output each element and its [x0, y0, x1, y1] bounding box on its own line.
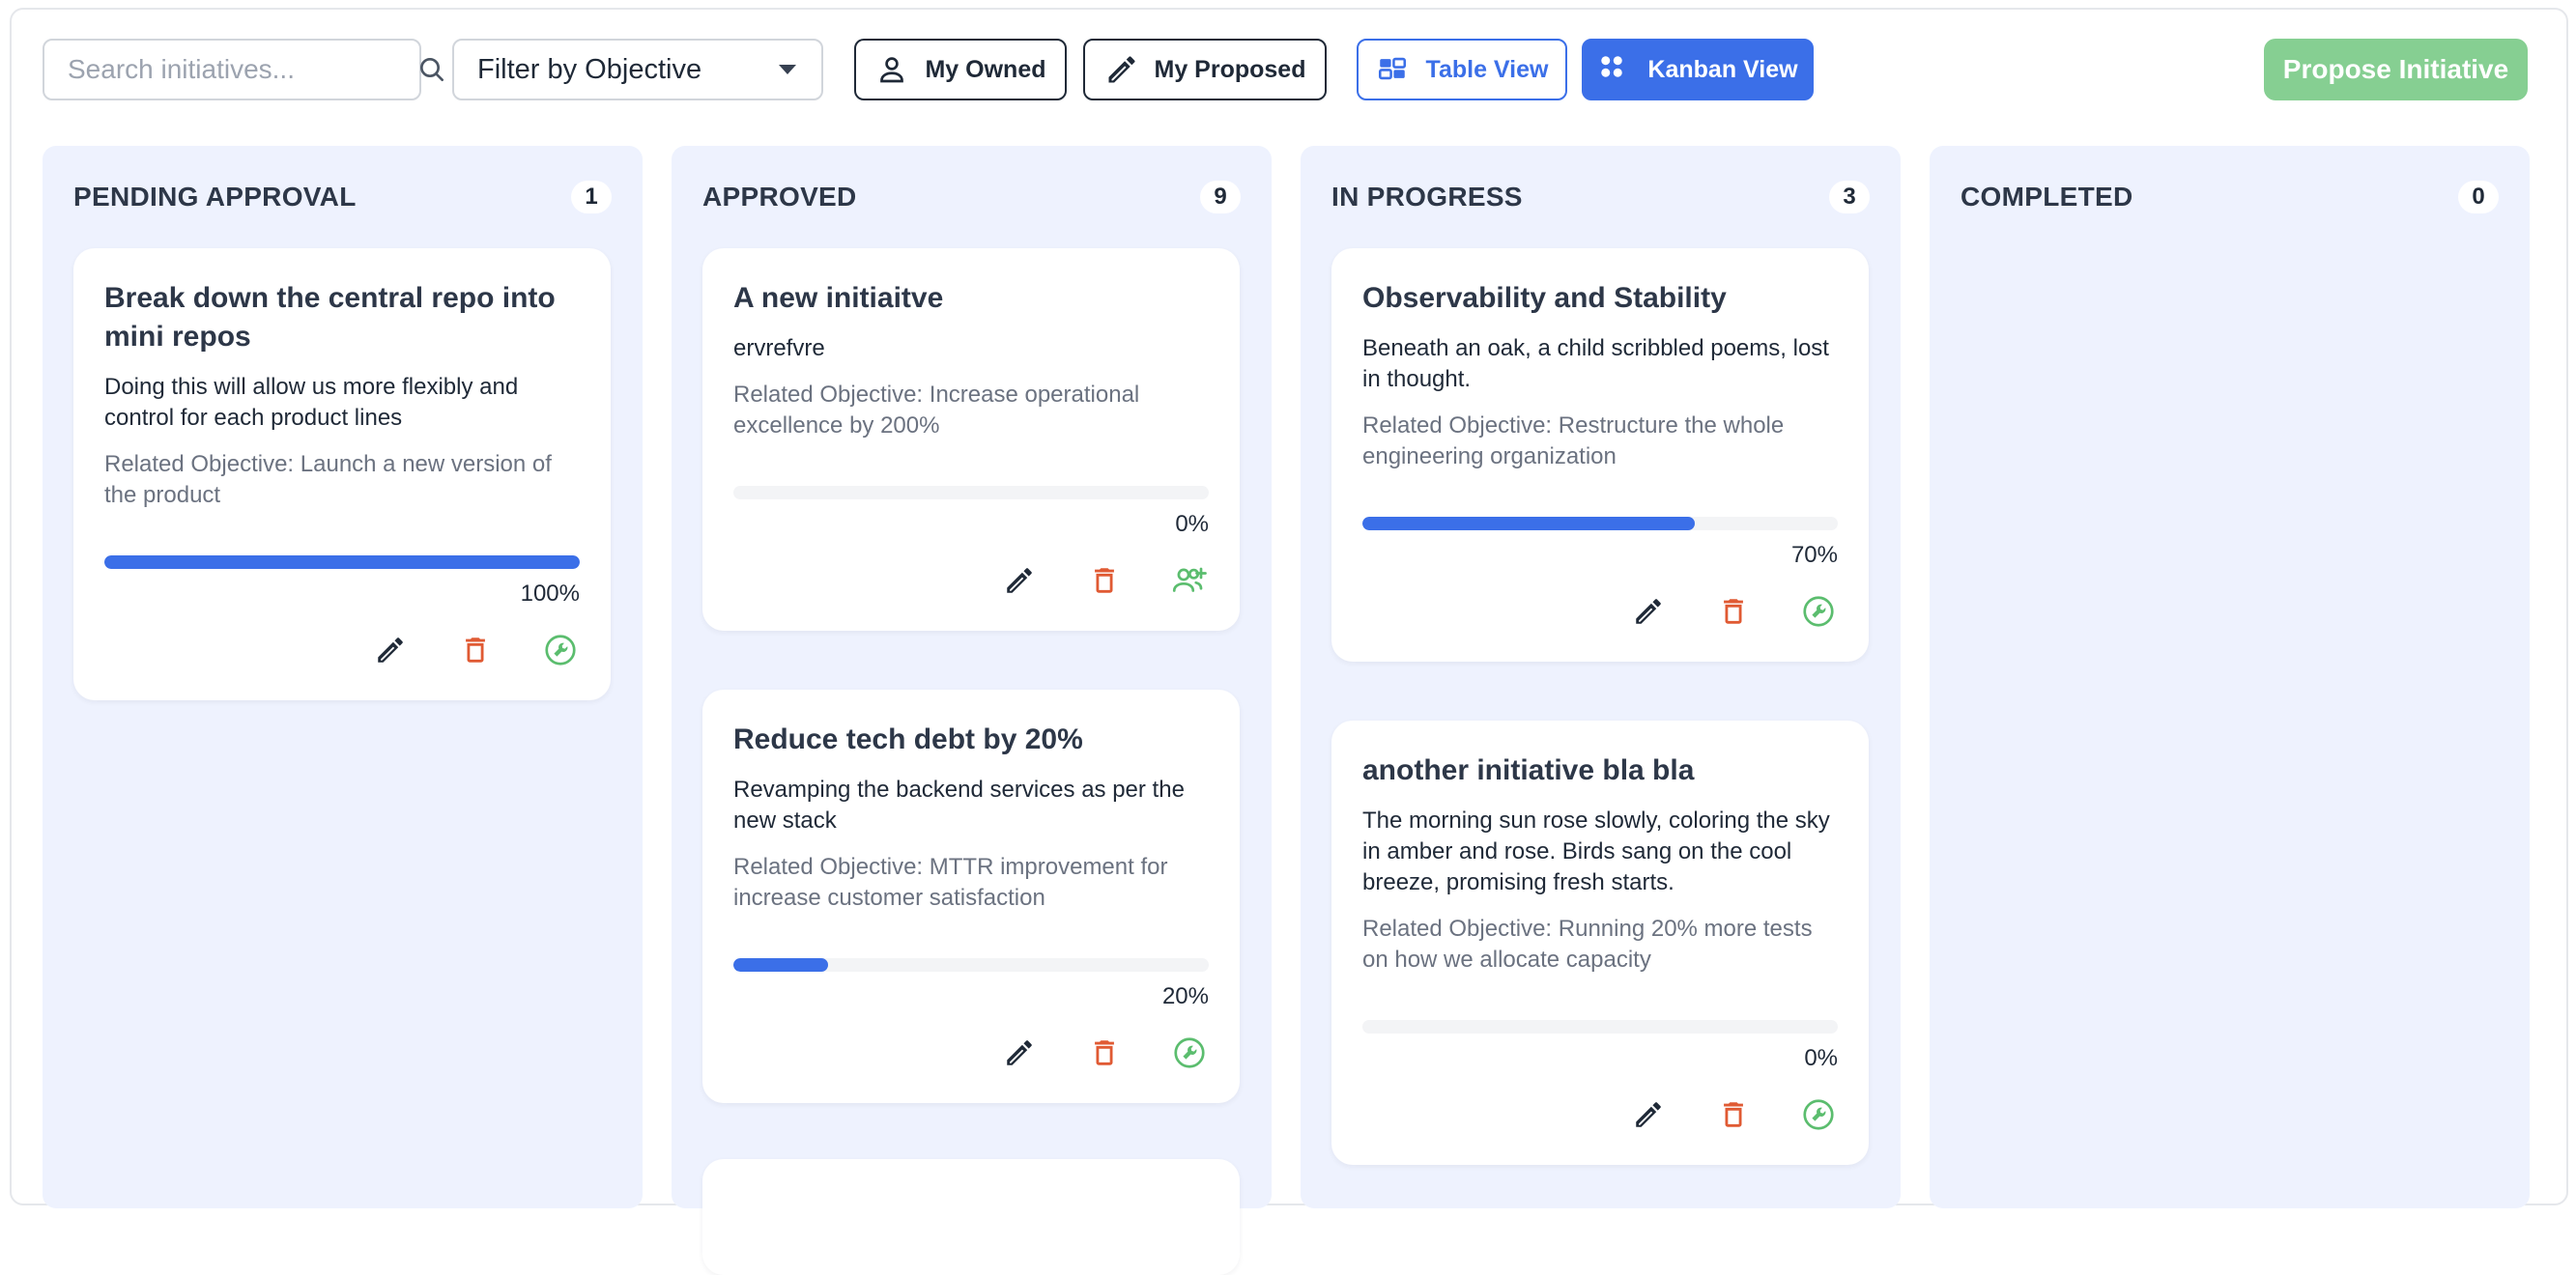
- card-related-objective: Related Objective: Running 20% more test…: [1362, 916, 1813, 973]
- column-count-badge: 9: [1200, 181, 1241, 213]
- toolbar: Filter by Objective My Owned My Proposed…: [0, 0, 2576, 135]
- card-actions: [104, 608, 580, 700]
- column-pending-approval: PENDING APPROVAL 1 Break down the centra…: [43, 146, 643, 1208]
- progress-fill: [1362, 517, 1696, 530]
- column-header: IN PROGRESS 3: [1331, 181, 1870, 213]
- column-count-badge: 0: [2458, 181, 2499, 213]
- card-actions: [1362, 569, 1838, 662]
- column-title: COMPLETED: [1961, 182, 2133, 212]
- kanban-view-button[interactable]: Kanban View: [1582, 39, 1814, 100]
- column-title: PENDING APPROVAL: [73, 182, 357, 212]
- progress-percent: 0%: [1804, 1045, 1838, 1071]
- table-view-icon: [1376, 52, 1411, 87]
- grid-icon: [1597, 52, 1632, 87]
- propose-initiative-button[interactable]: Propose Initiative: [2264, 39, 2528, 100]
- propose-initiative-label: Propose Initiative: [2282, 54, 2509, 84]
- chevron-down-icon: [779, 65, 796, 74]
- initiative-card-partial[interactable]: [702, 1159, 1240, 1275]
- objective-filter-label: Filter by Objective: [477, 53, 702, 85]
- card-actions: [1362, 1072, 1838, 1165]
- card-related-objective: Related Objective: Restructure the whole…: [1362, 412, 1785, 469]
- progress-bar: [733, 958, 1209, 972]
- trash-icon[interactable]: [1085, 1034, 1124, 1072]
- add-user-icon[interactable]: [1170, 561, 1209, 600]
- search-input[interactable]: [68, 54, 416, 85]
- edit-icon[interactable]: [1629, 1095, 1668, 1134]
- card-title: Reduce tech debt by 20%: [733, 723, 1083, 755]
- column-title: APPROVED: [702, 182, 857, 212]
- card-title: another initiative bla bla: [1362, 754, 1695, 786]
- initiative-card[interactable]: A new initiaitve ervrefvre Related Objec…: [702, 248, 1240, 631]
- wrench-circle-icon[interactable]: [1170, 1034, 1209, 1072]
- column-count-badge: 3: [1829, 181, 1870, 213]
- progress-bar: [1362, 517, 1838, 530]
- column-approved: APPROVED 9 A new initiaitve ervrefvre Re…: [672, 146, 1272, 1275]
- edit-icon[interactable]: [1629, 592, 1668, 631]
- card-description: ervrefvre: [733, 335, 825, 361]
- column-completed: COMPLETED 0: [1930, 146, 2530, 1208]
- edit-icon[interactable]: [1000, 561, 1039, 600]
- initiative-card[interactable]: Reduce tech debt by 20% Revamping the ba…: [702, 690, 1240, 1103]
- table-view-label: Table View: [1425, 55, 1549, 83]
- progress-percent: 100%: [520, 581, 580, 607]
- card-actions: [733, 1010, 1209, 1103]
- trash-icon[interactable]: [1714, 1095, 1753, 1134]
- objective-filter-select[interactable]: Filter by Objective: [452, 39, 823, 100]
- edit-icon[interactable]: [1000, 1034, 1039, 1072]
- column-count-badge: 1: [571, 181, 612, 213]
- initiative-card[interactable]: another initiative bla bla The morning s…: [1331, 721, 1869, 1165]
- card-description: Revamping the backend services as per th…: [733, 777, 1185, 834]
- wrench-circle-icon[interactable]: [1799, 592, 1838, 631]
- column-header: PENDING APPROVAL 1: [73, 181, 612, 213]
- progress-bar: [1362, 1020, 1838, 1034]
- user-icon: [874, 52, 909, 87]
- progress-fill: [104, 555, 580, 569]
- column-header: COMPLETED 0: [1961, 181, 2499, 213]
- wrench-circle-icon[interactable]: [1799, 1095, 1838, 1134]
- trash-icon[interactable]: [1085, 561, 1124, 600]
- column-title: IN PROGRESS: [1331, 182, 1523, 212]
- kanban-view-label: Kanban View: [1647, 55, 1798, 83]
- my-proposed-label: My Proposed: [1154, 55, 1306, 83]
- progress-fill: [733, 958, 829, 972]
- card-description: The morning sun rose slowly, coloring th…: [1362, 808, 1830, 895]
- my-owned-button[interactable]: My Owned: [854, 39, 1067, 100]
- card-related-objective: Related Objective: Launch a new version …: [104, 451, 552, 508]
- card-related-objective: Related Objective: MTTR improvement for …: [733, 854, 1168, 911]
- progress-bar: [104, 555, 580, 569]
- progress-percent: 20%: [1161, 983, 1209, 1009]
- card-description: Doing this will allow us more flexibly a…: [104, 374, 519, 431]
- progress-percent: 70%: [1790, 542, 1838, 568]
- card-related-objective: Related Objective: Increase operational …: [733, 382, 1140, 439]
- search-box[interactable]: [43, 39, 444, 100]
- card-title: Break down the central repo into mini re…: [104, 282, 556, 353]
- card-description: Beneath an oak, a child scribbled poems,…: [1362, 335, 1829, 392]
- my-proposed-button[interactable]: My Proposed: [1083, 39, 1327, 100]
- progress-bar: [733, 486, 1209, 499]
- column-header: APPROVED 9: [702, 181, 1241, 213]
- card-title: Observability and Stability: [1362, 282, 1727, 314]
- card-title: A new initiaitve: [733, 282, 944, 314]
- pencil-icon: [1104, 52, 1139, 87]
- search-icon[interactable]: [416, 54, 447, 85]
- initiative-card[interactable]: Break down the central repo into mini re…: [73, 248, 611, 700]
- card-actions: [733, 538, 1209, 631]
- progress-percent: 0%: [1175, 511, 1209, 537]
- edit-icon[interactable]: [371, 631, 410, 669]
- table-view-button[interactable]: Table View: [1357, 39, 1567, 100]
- wrench-circle-icon[interactable]: [541, 631, 580, 669]
- trash-icon[interactable]: [456, 631, 495, 669]
- trash-icon[interactable]: [1714, 592, 1753, 631]
- my-owned-label: My Owned: [925, 55, 1046, 83]
- column-in-progress: IN PROGRESS 3 Observability and Stabilit…: [1301, 146, 1901, 1208]
- initiative-card[interactable]: Observability and Stability Beneath an o…: [1331, 248, 1869, 662]
